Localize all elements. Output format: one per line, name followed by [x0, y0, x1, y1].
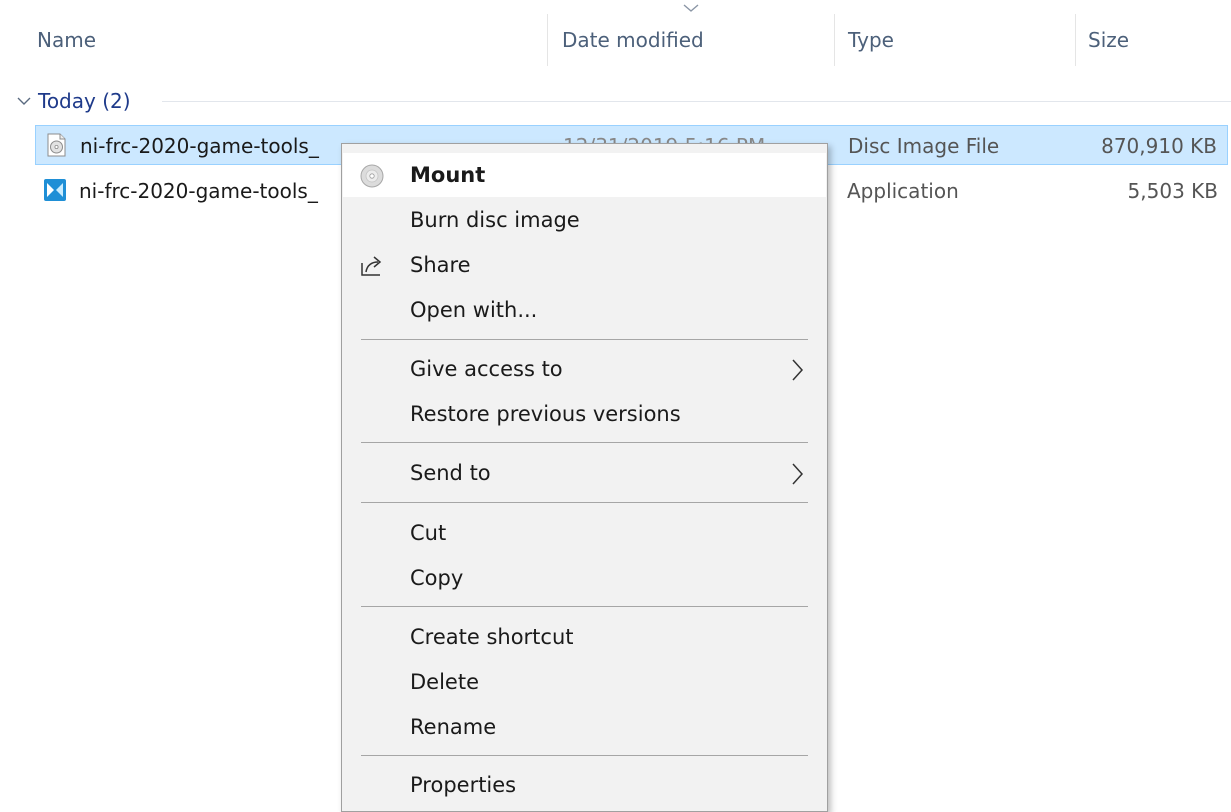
column-header: Name Date modified Type Size [0, 0, 1231, 72]
menu-item-mount[interactable]: Mount [343, 153, 826, 197]
column-divider[interactable] [547, 14, 548, 66]
file-type: Application [847, 179, 959, 203]
file-type: Disc Image File [848, 134, 1000, 158]
file-size: 870,910 KB [1101, 134, 1217, 158]
menu-separator [361, 502, 808, 503]
menu-item-rename[interactable]: Rename [343, 705, 826, 749]
menu-item-restore-previous-versions[interactable]: Restore previous versions [343, 392, 826, 436]
file-name: ni-frc-2020-game-tools_ [79, 179, 318, 203]
share-icon [361, 256, 382, 276]
menu-item-label: Properties [410, 773, 517, 797]
disc-icon [360, 164, 384, 188]
menu-item-create-shortcut[interactable]: Create shortcut [343, 615, 826, 659]
file-name: ni-frc-2020-game-tools_ [80, 134, 319, 158]
menu-item-send-to[interactable]: Send to [343, 451, 826, 495]
menu-item-give-access-to[interactable]: Give access to [343, 347, 826, 391]
menu-item-label: Copy [410, 566, 464, 590]
column-date-modified[interactable]: Date modified [562, 28, 704, 52]
chevron-right-icon [792, 463, 804, 485]
menu-item-label: Rename [410, 715, 497, 739]
menu-separator [361, 755, 808, 756]
column-name[interactable]: Name [37, 28, 96, 52]
context-menu: Mount Burn disc image Share Open with...… [341, 143, 828, 812]
menu-item-label: Restore previous versions [410, 402, 681, 426]
menu-item-label: Burn disc image [410, 208, 580, 232]
menu-item-label: Give access to [410, 357, 563, 381]
group-label: Today (2) [38, 89, 131, 113]
group-divider [162, 101, 1231, 102]
menu-separator [361, 606, 808, 607]
column-divider[interactable] [834, 14, 835, 66]
menu-item-label: Delete [410, 670, 479, 694]
menu-item-label: Send to [410, 461, 491, 485]
menu-item-delete[interactable]: Delete [343, 660, 826, 704]
menu-item-copy[interactable]: Copy [343, 556, 826, 600]
menu-item-label: Create shortcut [410, 625, 574, 649]
chevron-right-icon [792, 359, 804, 381]
menu-item-label: Mount [410, 163, 486, 187]
column-divider[interactable] [1075, 14, 1076, 66]
group-header-today[interactable]: Today (2) [0, 86, 1231, 116]
menu-item-cut[interactable]: Cut [343, 511, 826, 555]
column-size[interactable]: Size [1088, 28, 1129, 52]
column-type[interactable]: Type [848, 28, 894, 52]
menu-separator [361, 442, 808, 443]
menu-item-label: Open with... [410, 298, 538, 322]
menu-item-label: Cut [410, 521, 447, 545]
file-size: 5,503 KB [1127, 179, 1218, 203]
disc-image-file-icon [47, 133, 66, 157]
menu-item-label: Share [410, 253, 471, 277]
menu-item-share[interactable]: Share [343, 243, 826, 287]
ni-application-icon [44, 179, 66, 201]
chevron-down-icon [17, 97, 31, 105]
menu-item-open-with[interactable]: Open with... [343, 288, 826, 332]
menu-item-properties[interactable]: Properties [343, 763, 826, 807]
sort-descending-icon [683, 4, 699, 12]
menu-separator [361, 339, 808, 340]
menu-item-burn-disc-image[interactable]: Burn disc image [343, 198, 826, 242]
